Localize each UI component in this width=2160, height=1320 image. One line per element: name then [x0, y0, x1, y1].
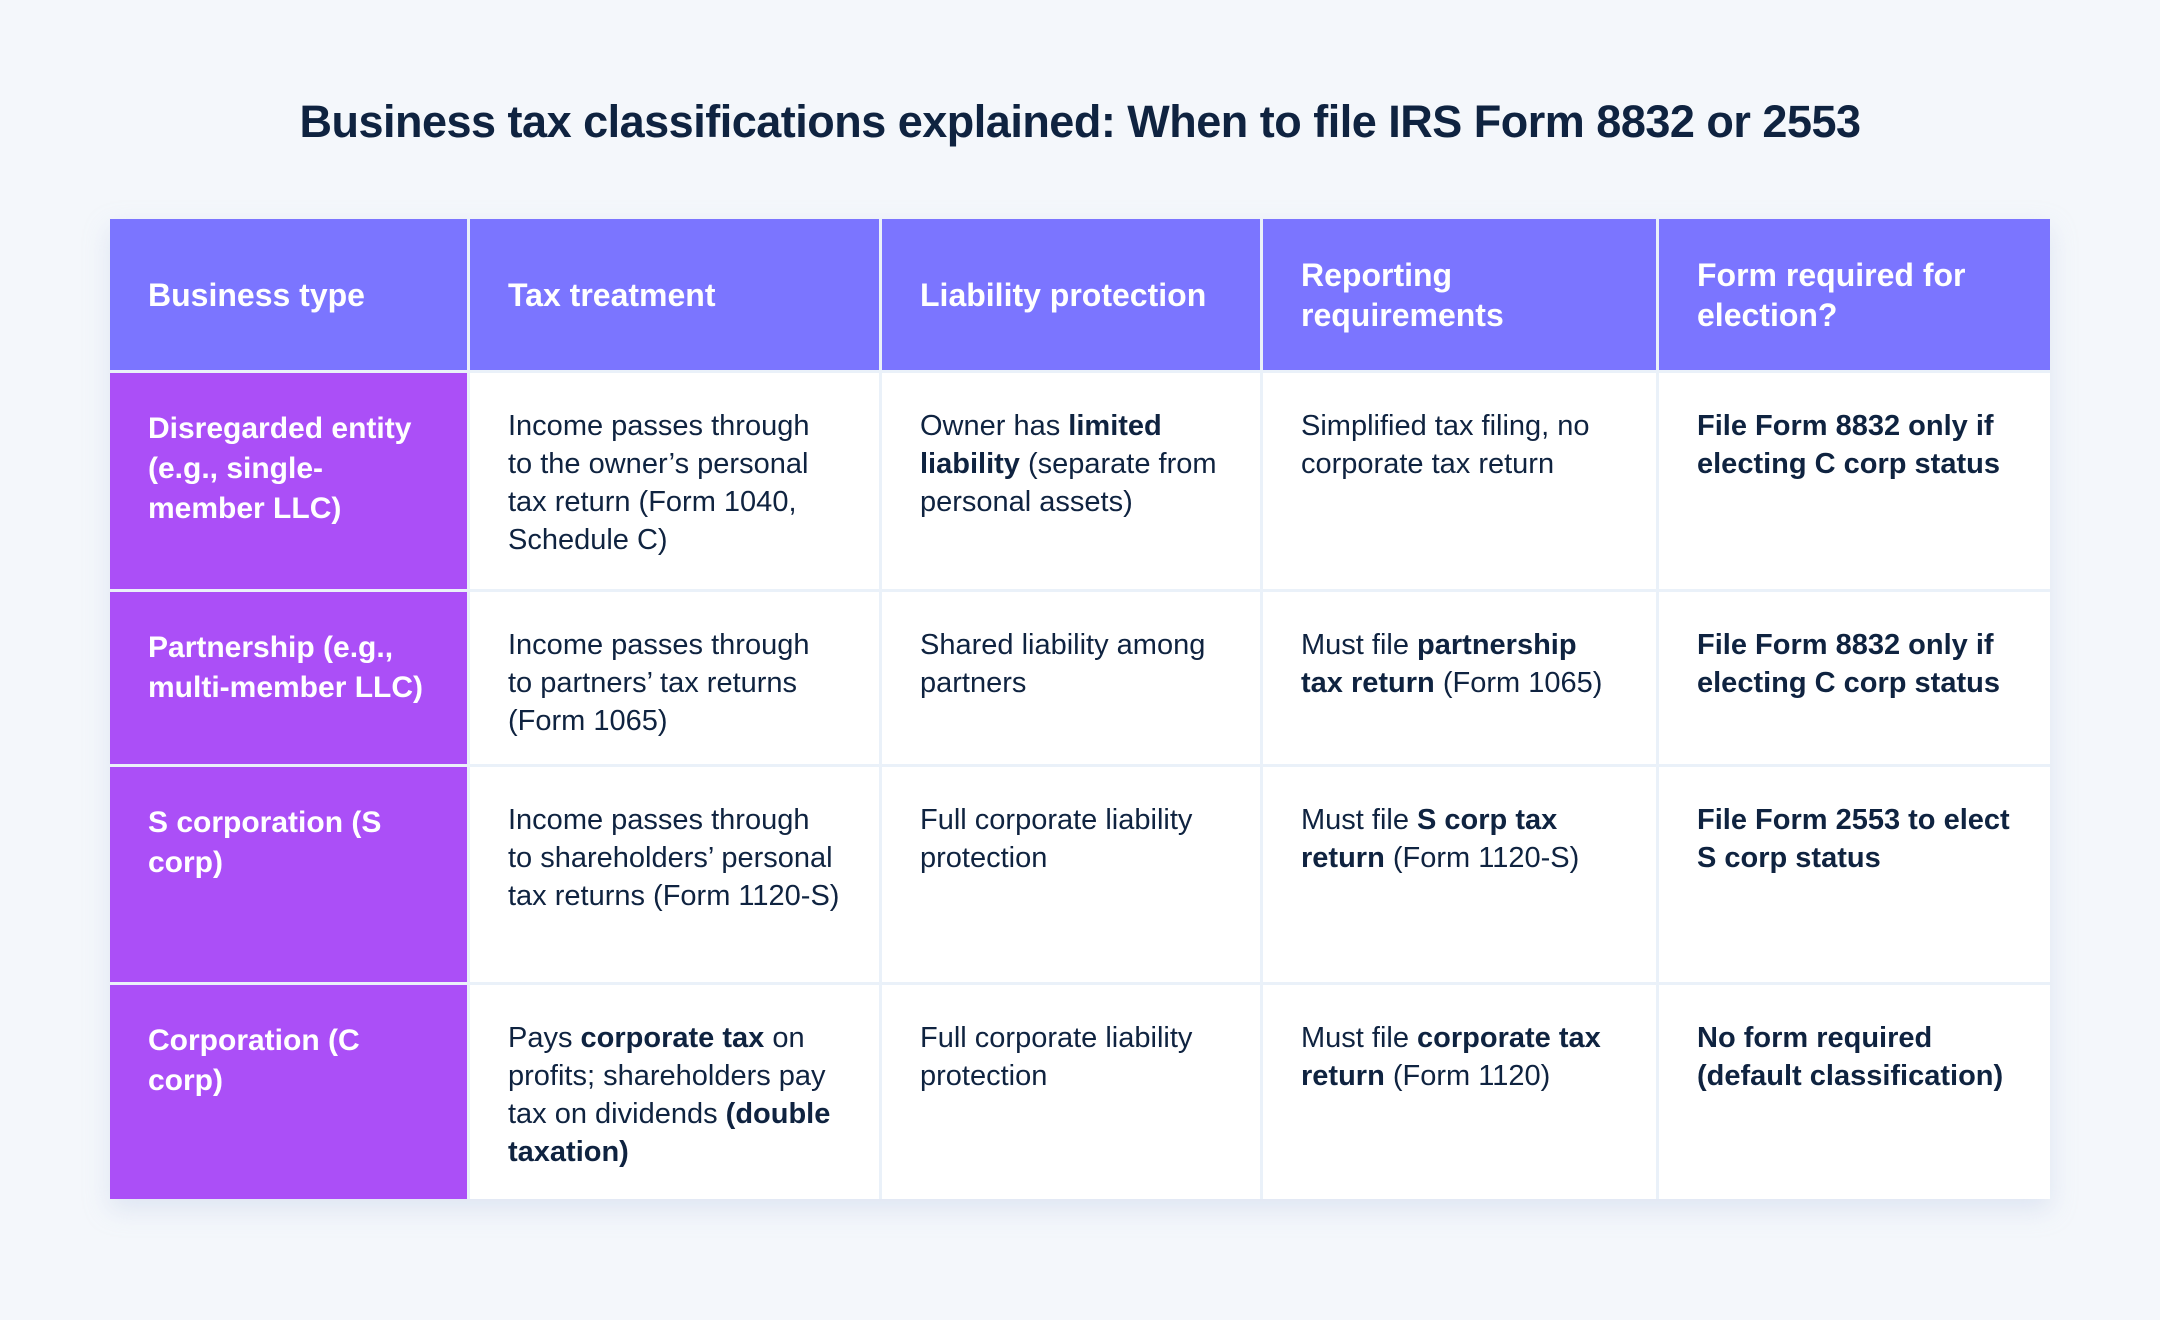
cell-text: Pays [508, 1022, 581, 1054]
tax-treatment-cell: Income passes through to shareholders’ p… [470, 767, 879, 982]
table-row: Partnership (e.g., multi-member LLC) Inc… [110, 592, 2050, 764]
form-required-cell: File Form 8832 only if electing C corp s… [1659, 373, 2050, 589]
cell-text: (Form 1120-S) [1384, 842, 1580, 874]
cell-text: Simplified tax filing, no corporate tax … [1301, 410, 1590, 480]
business-type-cell: Disregarded entity (e.g., single-member … [110, 373, 467, 589]
cell-text: Must file [1301, 804, 1418, 836]
header-tax-treatment: Tax treatment [470, 219, 879, 370]
table-header-row: Business type Tax treatment Liability pr… [110, 219, 2050, 370]
cell-text: (Form 1065) [1434, 667, 1603, 699]
emphasis-text: corporate tax [580, 1022, 765, 1054]
cell-text: Income passes through to the owner’s per… [508, 410, 810, 556]
reporting-requirements-cell: Must file corporate tax return (Form 112… [1263, 985, 1656, 1199]
tax-treatment-cell: Income passes through to partners’ tax r… [470, 592, 879, 764]
reporting-requirements-cell: Simplified tax filing, no corporate tax … [1263, 373, 1656, 589]
cell-text: (Form 1120) [1384, 1060, 1551, 1092]
page-title: Business tax classifications explained: … [299, 96, 1861, 147]
cell-text: Owner has [920, 410, 1069, 442]
table-row: S corporation (S corp) Income passes thr… [110, 767, 2050, 982]
cell-text: Full corporate liability protection [920, 1022, 1193, 1092]
header-liability-protection: Liability protection [882, 219, 1260, 370]
cell-text: Must file [1301, 629, 1418, 661]
cell-text: Must file [1301, 1022, 1418, 1054]
business-type-cell: S corporation (S corp) [110, 767, 467, 982]
liability-protection-cell: Full corporate liability protection [882, 767, 1260, 982]
business-type-cell: Partnership (e.g., multi-member LLC) [110, 592, 467, 764]
tax-treatment-cell: Pays corporate tax on profits; sharehold… [470, 985, 879, 1199]
liability-protection-cell: Owner has limited liability (separate fr… [882, 373, 1260, 589]
liability-protection-cell: Shared liability among partners [882, 592, 1260, 764]
header-business-type: Business type [110, 219, 467, 370]
header-form-required: Form required for election? [1659, 219, 2050, 370]
tax-treatment-cell: Income passes through to the owner’s per… [470, 373, 879, 589]
reporting-requirements-cell: Must file S corp tax return (Form 1120-S… [1263, 767, 1656, 982]
form-required-cell: File Form 2553 to elect S corp status [1659, 767, 2050, 982]
table-row: Disregarded entity (e.g., single-member … [110, 373, 2050, 589]
business-type-cell: Corporation (C corp) [110, 985, 467, 1199]
classification-table-grid: Business type Tax treatment Liability pr… [107, 216, 2053, 1202]
cell-text: Shared liability among partners [920, 629, 1206, 699]
table-row: Corporation (C corp) Pays corporate tax … [110, 985, 2050, 1199]
cell-text: Full corporate liability protection [920, 804, 1193, 874]
cell-text: Income passes through to shareholders’ p… [508, 804, 840, 912]
reporting-requirements-cell: Must file partnership tax return (Form 1… [1263, 592, 1656, 764]
form-required-cell: No form required (default classification… [1659, 985, 2050, 1199]
classification-table: Business type Tax treatment Liability pr… [110, 219, 2050, 1199]
form-required-cell: File Form 8832 only if electing C corp s… [1659, 592, 2050, 764]
cell-text: Income passes through to partners’ tax r… [508, 629, 810, 737]
liability-protection-cell: Full corporate liability protection [882, 985, 1260, 1199]
header-reporting-requirements: Reporting requirements [1263, 219, 1656, 370]
